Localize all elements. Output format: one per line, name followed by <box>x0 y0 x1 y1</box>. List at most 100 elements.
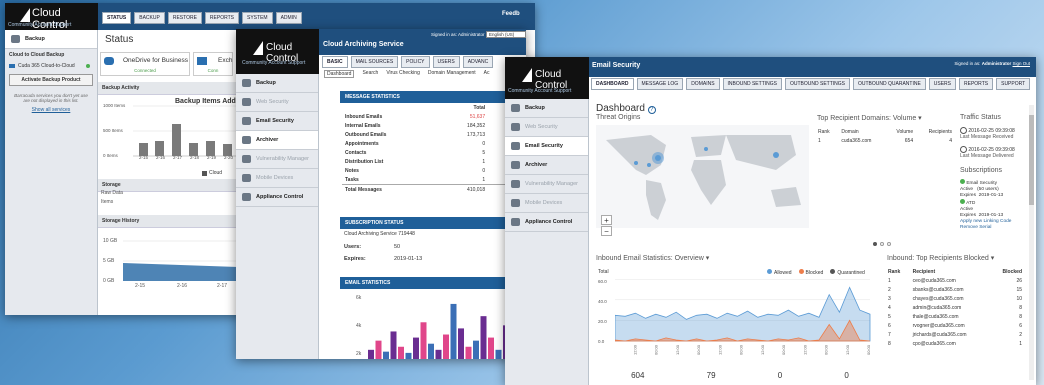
language-select[interactable]: English (US) <box>486 31 526 38</box>
tab-reports[interactable]: REPORTS <box>204 12 240 24</box>
top-domains-title[interactable]: Top Recipient Domains: Volume ▾ <box>817 114 922 122</box>
inbound-stats-title[interactable]: Inbound Email Statistics: Overview ▾ <box>596 254 709 262</box>
sidebar-item-backup[interactable]: Backup <box>236 74 318 93</box>
brand-links[interactable]: Community Account Support <box>242 60 305 66</box>
activity-bar <box>172 124 181 156</box>
subtab-virus-checking[interactable]: Virus Checking <box>386 70 420 78</box>
tab-system[interactable]: SYSTEM <box>242 12 273 24</box>
threat-marker <box>655 155 661 161</box>
sidebar-backup[interactable]: Backup <box>5 30 97 49</box>
tab-message-log[interactable]: MESSAGE LOG <box>636 78 684 90</box>
service-title: Cloud Archiving Service <box>323 41 404 48</box>
legend-dot-icon <box>798 269 804 274</box>
tab-admin[interactable]: ADMIN <box>275 12 302 24</box>
legend-allowed[interactable]: Allowed <box>767 269 792 276</box>
items-added-title: Backup Items Added <box>175 98 244 105</box>
sidebar-item-email-security[interactable]: Email Security <box>505 137 588 156</box>
subscription-name: Cloud Archiving Service 719448 <box>344 231 415 237</box>
tab-basic[interactable]: BASIC <box>322 56 348 68</box>
sidebar-item-archiver[interactable]: Archiver <box>236 131 318 150</box>
sidebar-item-vulnerability-manager[interactable]: Vulnerability Manager <box>236 150 318 169</box>
inbound-total-value: 0 <box>844 371 849 380</box>
storage-raw-data: Raw Data <box>101 190 123 196</box>
inbound-x-tick: 00:00 <box>739 344 744 355</box>
remove-serial-link[interactable]: Remove Serial <box>960 225 1011 231</box>
service-card-exchange[interactable]: Exch Conn <box>193 52 233 76</box>
sidebar-item-web-security[interactable]: Web Security <box>505 118 588 137</box>
total-label: Total <box>598 269 609 275</box>
backup-icon <box>511 104 520 112</box>
tab-outbound-settings[interactable]: OUTBOUND SETTINGS <box>784 78 850 90</box>
table-row: Outbound Emails173,713759 <box>345 131 523 138</box>
help-icon[interactable]: ? <box>647 106 656 114</box>
activate-backup-button[interactable]: Activate Backup Product <box>9 74 93 86</box>
tab-status[interactable]: STATUS <box>102 12 132 24</box>
carousel-dots[interactable] <box>873 242 891 246</box>
traffic-status-title: Traffic Status <box>960 114 1001 121</box>
subtab-domain-management[interactable]: Domain Management <box>428 70 476 78</box>
inbound-x-tick: 12:00 <box>717 344 722 355</box>
inbound-x-tick: 12:00 <box>675 344 680 355</box>
sidebar-item-mobile-devices[interactable]: Mobile Devices <box>236 169 318 188</box>
threat-origins-map <box>596 125 809 228</box>
tab-policy[interactable]: POLICY <box>401 56 430 68</box>
sidebar-account[interactable]: Cuda 365 Cloud-to-Cloud <box>5 61 97 71</box>
sidebar-item-web-security[interactable]: Web Security <box>236 93 318 112</box>
sidebar-item-email-security[interactable]: Email Security <box>236 112 318 131</box>
sidebar-item-appliance-control[interactable]: Appliance Control <box>236 188 318 207</box>
activity-y-axis: 1000 Items 500 Items 0 Items <box>103 103 133 165</box>
tab-restore[interactable]: RESTORE <box>167 12 202 24</box>
tab-domains[interactable]: DOMAINS <box>686 78 720 90</box>
mobile-devices-icon <box>511 199 520 207</box>
service-card-onedrive[interactable]: OneDrive for Business Connected <box>100 52 190 76</box>
tab-mail-sources[interactable]: MAIL SOURCES <box>350 56 399 68</box>
tab-users[interactable]: USERS <box>928 78 957 90</box>
tab-support[interactable]: SUPPORT <box>996 78 1031 90</box>
legend-blocked[interactable]: Blocked <box>798 269 823 276</box>
subtab-dashboard[interactable]: Dashboard <box>324 70 355 78</box>
blocked-recipients-title[interactable]: Inbound: Top Recipients Blocked ▾ <box>887 254 994 262</box>
sidebar-section-title: Cloud to Cloud Backup <box>9 52 65 58</box>
tab-dashboard[interactable]: DASHBOARD <box>591 78 634 90</box>
table-row: 1 cuda365.com 654 4 <box>818 137 952 144</box>
table-row: 5 thale@cuda365.com 8 <box>888 313 1022 320</box>
activity-bar <box>155 141 164 156</box>
table-row: Contacts50 <box>345 149 523 156</box>
scrollbar[interactable] <box>1029 105 1034 380</box>
chart-y-tick: 2k <box>356 351 362 357</box>
tab-reports[interactable]: REPORTS <box>959 78 994 90</box>
subtab-ac[interactable]: Ac <box>484 70 490 78</box>
scrollbar-thumb[interactable] <box>1029 115 1034 205</box>
zoom-out-button[interactable]: − <box>601 226 612 236</box>
tab-backup[interactable]: BACKUP <box>134 12 165 24</box>
legend-quarantined[interactable]: Quarantined <box>830 269 865 276</box>
zoom-in-button[interactable]: + <box>601 215 612 225</box>
table-row: Inbound Emails51,637360 <box>345 113 523 120</box>
history-area <box>123 263 238 281</box>
sidebar-item-archiver[interactable]: Archiver <box>505 156 588 175</box>
email-bar <box>383 351 389 359</box>
sidebar-item-mobile-devices[interactable]: Mobile Devices <box>505 194 588 213</box>
tab-advanc[interactable]: ADVANC <box>462 56 494 68</box>
sidebar-item-backup[interactable]: Backup <box>505 99 588 118</box>
appliance-control-icon <box>242 193 251 201</box>
sidebar-item-vulnerability-manager[interactable]: Vulnerability Manager <box>505 175 588 194</box>
brand-links[interactable]: Community Account Support <box>508 88 571 94</box>
show-all-services-link[interactable]: Show all services <box>5 107 97 113</box>
history-y-tick: 0 GB <box>103 278 115 284</box>
email-bar <box>443 334 449 359</box>
tab-inbound-settings[interactable]: INBOUND SETTINGS <box>722 78 782 90</box>
expires-label: Expires: <box>344 256 366 262</box>
sub-tabs: Dashboard Search Virus Checking Domain Mana… <box>324 70 490 78</box>
tab-outbound-quarantine[interactable]: OUTBOUND QUARANTINE <box>853 78 926 90</box>
inbound-x-tick: 00:00 <box>615 344 616 355</box>
brand-header: Cloud Control Community Account Support <box>5 3 98 31</box>
brand-links[interactable]: Community Account Support <box>8 22 71 28</box>
subtab-search[interactable]: Search <box>362 70 378 78</box>
activity-x-tick: 2-18 <box>190 155 200 160</box>
sidebar-item-appliance-control[interactable]: Appliance Control <box>505 213 588 232</box>
email-bar <box>390 331 397 359</box>
feedback-link[interactable]: Feedb <box>502 11 520 17</box>
sign-out-link[interactable]: Sign Out <box>1012 61 1030 66</box>
tab-users[interactable]: USERS <box>432 56 460 68</box>
